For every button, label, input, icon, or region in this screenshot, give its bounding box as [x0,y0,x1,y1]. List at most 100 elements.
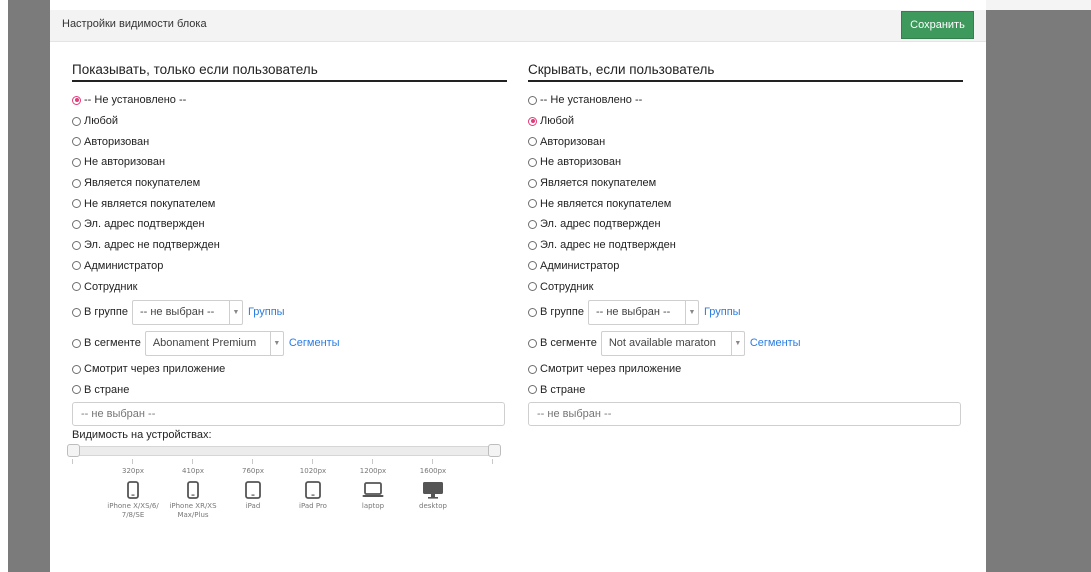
page-background-right [986,0,1091,572]
radio-button[interactable] [528,137,537,147]
breakpoint-1200: 1200px laptop [359,467,387,510]
radio-button[interactable] [528,199,537,209]
page-background-left [0,0,8,572]
chevron-down-icon: ▼ [684,300,698,324]
show-option-country[interactable]: В стране [72,380,507,401]
hide-option-not-set[interactable]: -- Не установлено -- [528,90,963,111]
radio-button[interactable] [72,178,81,188]
radio-button[interactable] [528,157,537,167]
show-option-segment[interactable]: В сегменте Abonament Premium ▼ Сегменты [72,328,507,359]
show-if-panel: Показывать, только если пользователь -- … [72,62,507,427]
radio-button[interactable] [72,219,81,229]
show-option-employee[interactable]: Сотрудник [72,276,507,297]
hide-option-segment[interactable]: В сегменте Not available maraton ▼ Сегмен… [528,328,963,359]
segment-label: В сегменте [84,337,141,350]
group-select[interactable]: -- не выбран -- ▼ [587,299,699,325]
tablet-icon [305,481,321,499]
show-option-app[interactable]: Смотрит через приложение [72,359,507,380]
groups-link[interactable]: Группы [248,306,285,318]
radio-button[interactable] [528,95,537,105]
radio-button[interactable] [528,178,537,188]
radio-button[interactable] [528,282,537,292]
hide-country-input[interactable] [528,402,961,427]
hide-option-buyer[interactable]: Является покупателем [528,173,963,194]
segment-label: В сегменте [540,337,597,350]
segments-link[interactable]: Сегменты [289,337,340,349]
device-visibility: Видимость на устройствах: 320px iPhone X… [67,429,512,559]
radio-button[interactable] [528,240,537,250]
save-button[interactable]: Сохранить [901,11,974,39]
tablet-icon [245,481,261,499]
radio-button[interactable] [72,338,81,348]
breakpoint-410: 410px iPhone XR/XS Max/Plus [169,467,217,519]
device-range-slider[interactable] [72,446,499,456]
radio-button[interactable] [72,261,81,271]
radio-button[interactable] [528,338,537,348]
hide-option-any[interactable]: Любой [528,111,963,132]
breakpoint-320: 320px iPhone X/XS/6/ 7/8/SE [107,467,159,519]
radio-button[interactable] [528,219,537,229]
chevron-down-icon: ▼ [228,300,242,324]
radio-button[interactable] [528,307,537,317]
slider-tick [312,459,313,464]
desktop-icon [423,482,443,499]
radio-button[interactable] [72,307,81,317]
segments-link[interactable]: Сегменты [750,337,801,349]
show-option-email-not-confirmed[interactable]: Эл. адрес не подтвержден [72,235,507,256]
show-option-authorized[interactable]: Авторизован [72,131,507,152]
radio-button[interactable] [72,240,81,250]
radio-button[interactable] [528,261,537,271]
show-option-admin[interactable]: Администратор [72,256,507,277]
slider-tick [192,459,193,464]
slider-min-handle[interactable] [67,444,80,457]
segment-select[interactable]: Abonament Premium ▼ [144,330,284,356]
hide-option-email-not-confirmed[interactable]: Эл. адрес не подтвержден [528,235,963,256]
segment-select[interactable]: Not available maraton ▼ [600,330,745,356]
slider-max-handle[interactable] [488,444,501,457]
show-country-input[interactable] [72,402,505,427]
show-option-not-set[interactable]: -- Не установлено -- [72,90,507,111]
hide-option-country[interactable]: В стране [528,380,963,401]
radio-button[interactable] [72,282,81,292]
chevron-down-icon: ▼ [730,331,744,355]
show-option-group[interactable]: В группе -- не выбран -- ▼ Группы [72,297,507,328]
hide-option-group[interactable]: В группе -- не выбран -- ▼ Группы [528,297,963,328]
breakpoint-760: 760px iPad [242,467,264,510]
modal-header: Настройки видимости блока Сохранить [50,10,986,42]
hide-option-employee[interactable]: Сотрудник [528,276,963,297]
radio-button[interactable] [72,157,81,167]
show-option-any[interactable]: Любой [72,111,507,132]
radio-button[interactable] [528,116,537,126]
show-option-not-authorized[interactable]: Не авторизован [72,152,507,173]
show-option-not-buyer[interactable]: Не является покупателем [72,193,507,214]
radio-button[interactable] [72,95,81,105]
radio-button[interactable] [72,385,81,395]
hide-option-admin[interactable]: Администратор [528,256,963,277]
breakpoint-1600: 1600px desktop [419,467,447,510]
hide-option-authorized[interactable]: Авторизован [528,131,963,152]
radio-button[interactable] [528,364,537,374]
show-option-buyer[interactable]: Является покупателем [72,173,507,194]
radio-button[interactable] [72,364,81,374]
radio-button[interactable] [528,385,537,395]
slider-tick [372,459,373,464]
visibility-settings-modal: Настройки видимости блока Сохранить Пока… [50,0,986,572]
radio-button[interactable] [72,116,81,126]
hide-if-panel: Скрывать, если пользователь -- Не устано… [528,62,963,427]
phone-icon [127,481,139,499]
device-visibility-label: Видимость на устройствах: [72,429,212,441]
groups-link[interactable]: Группы [704,306,741,318]
group-select[interactable]: -- не выбран -- ▼ [131,299,243,325]
group-label: В группе [84,306,128,319]
show-if-title: Показывать, только если пользователь [72,62,507,82]
page-background-strip [986,0,1091,10]
hide-option-not-buyer[interactable]: Не является покупателем [528,193,963,214]
hide-option-email-confirmed[interactable]: Эл. адрес подтвержден [528,214,963,235]
hide-if-title: Скрывать, если пользователь [528,62,963,82]
hide-option-app[interactable]: Смотрит через приложение [528,359,963,380]
show-option-email-confirmed[interactable]: Эл. адрес подтвержден [72,214,507,235]
radio-button[interactable] [72,137,81,147]
slider-tick [72,459,73,464]
hide-option-not-authorized[interactable]: Не авторизован [528,152,963,173]
radio-button[interactable] [72,199,81,209]
